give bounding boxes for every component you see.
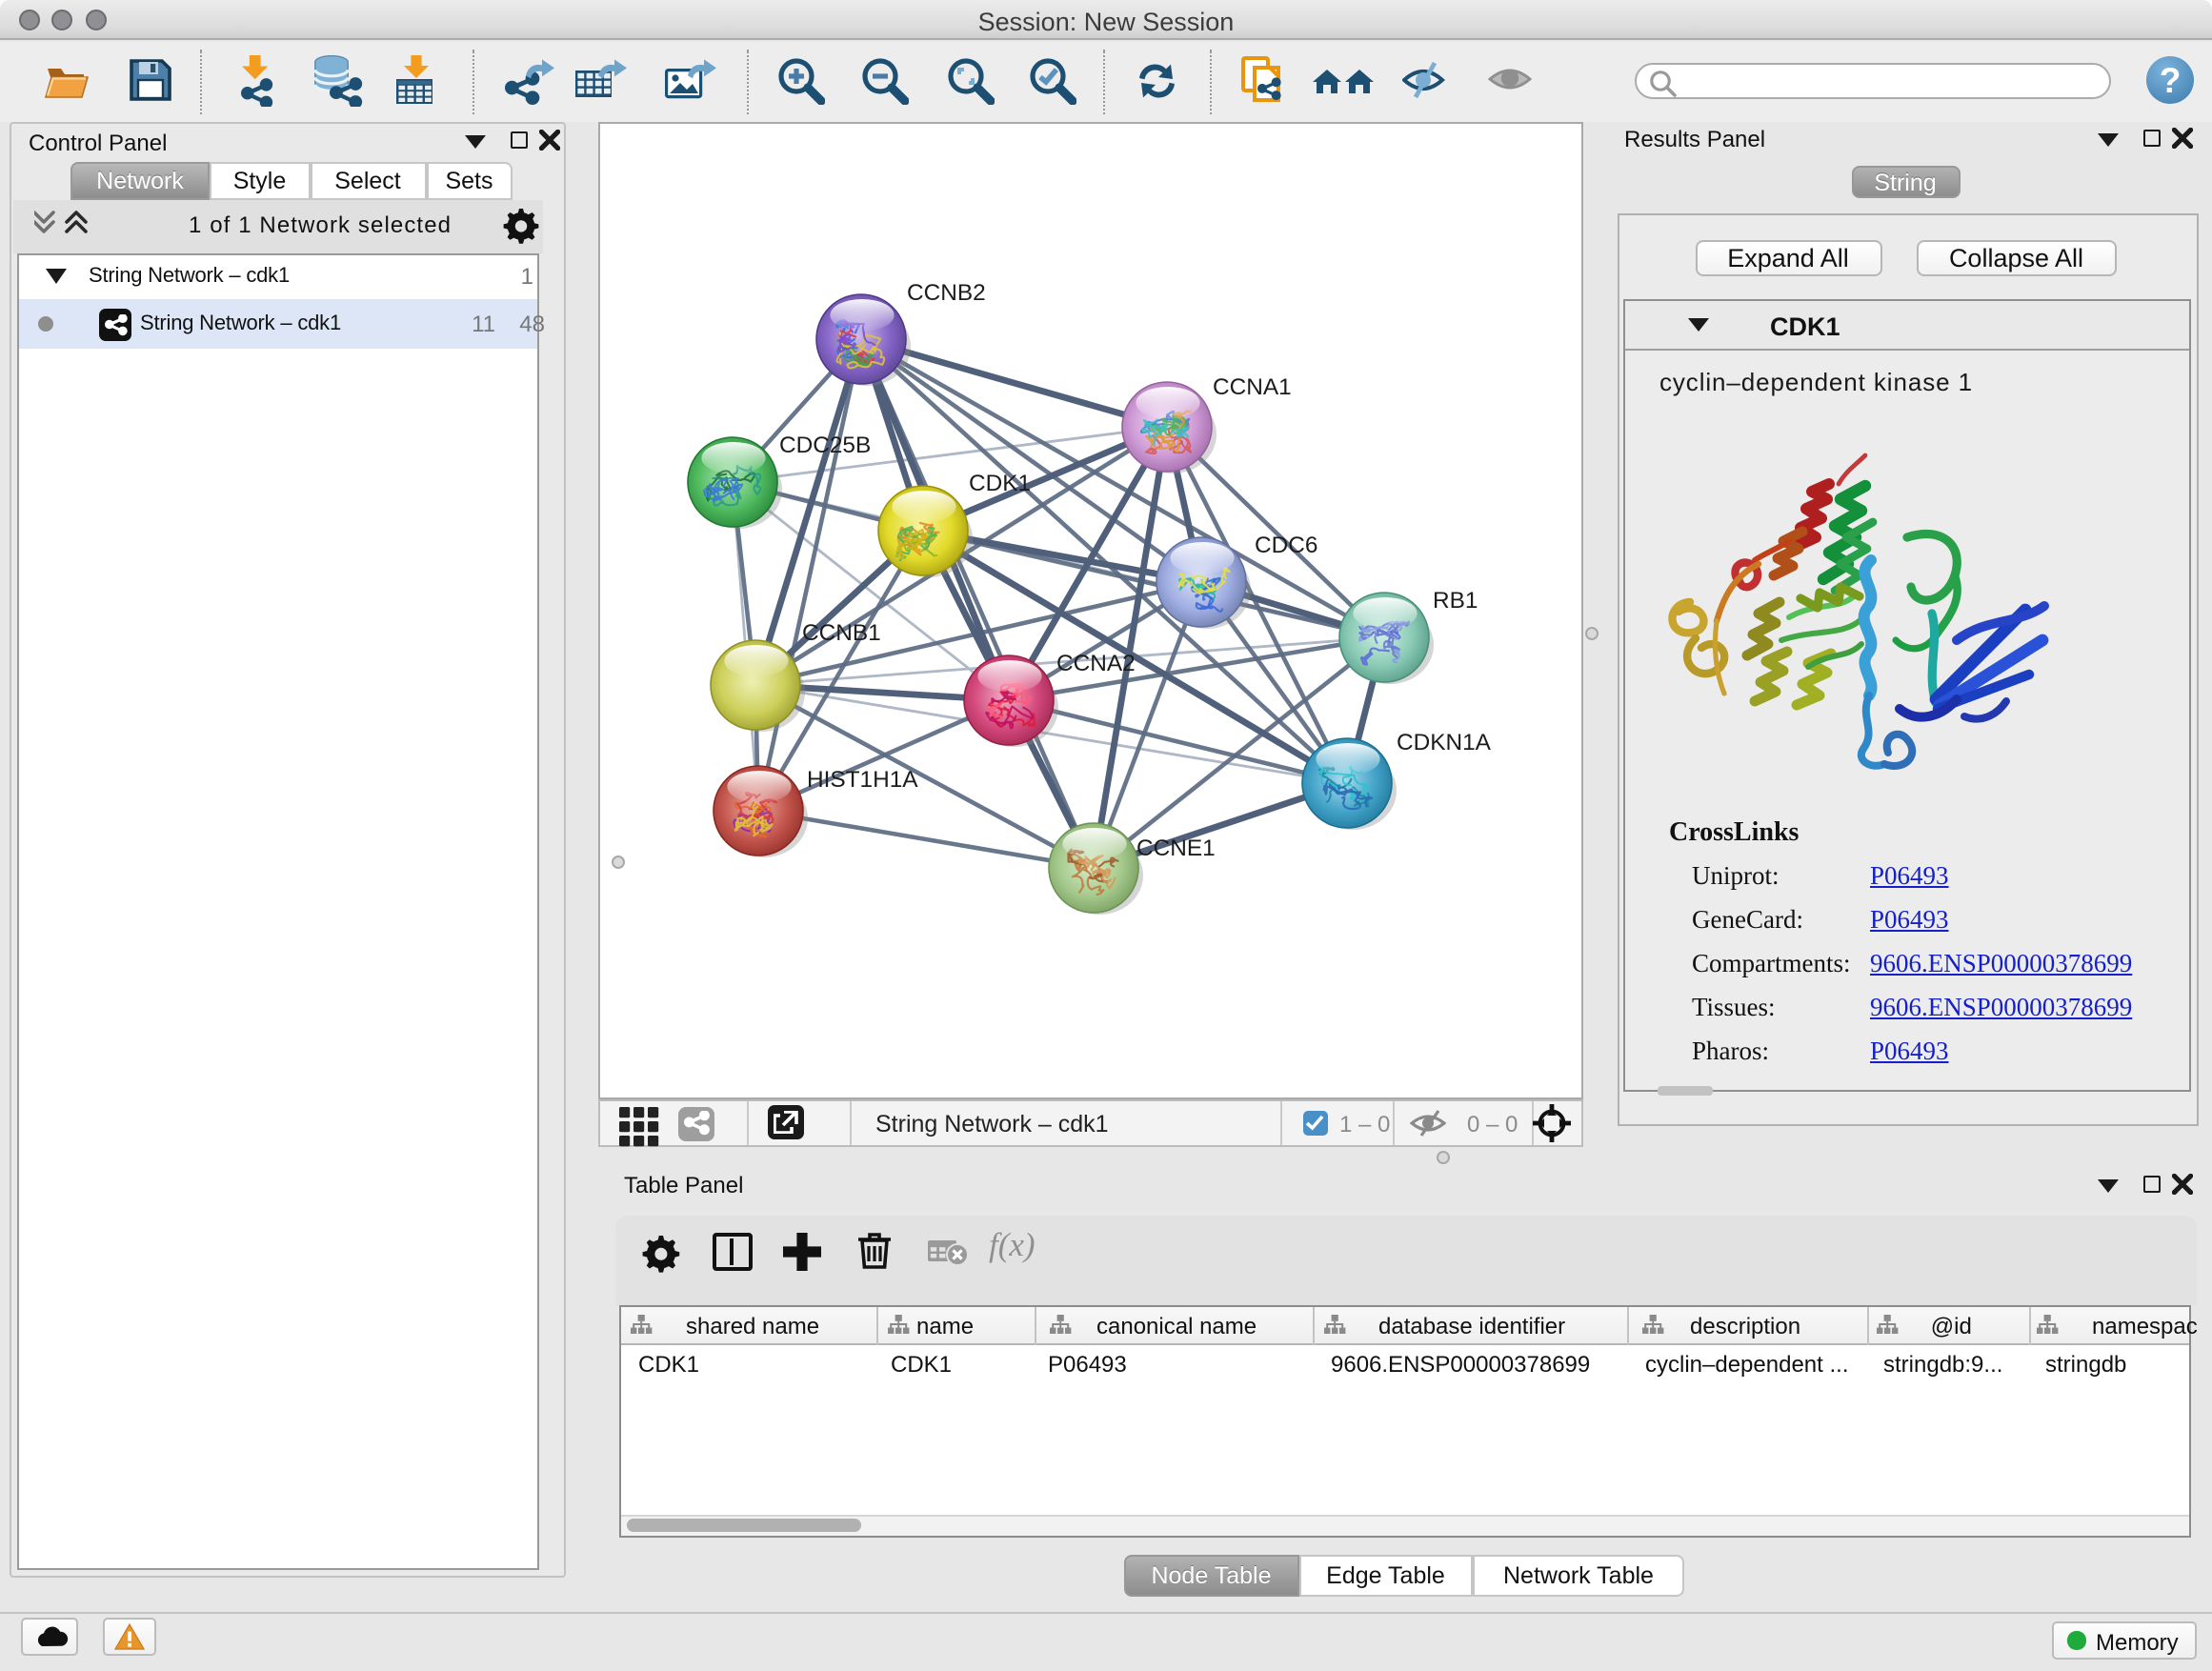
svg-text:CDC6: CDC6 [1255,532,1317,557]
svg-text:CCNA1: CCNA1 [1213,373,1292,399]
svg-text:RB1: RB1 [1433,587,1478,613]
svg-text:CCNE1: CCNE1 [1136,835,1216,860]
svg-text:?: ? [2160,61,2182,100]
svg-text:CDKN1A: CDKN1A [1397,729,1492,755]
svg-text:CCNB1: CCNB1 [802,619,881,645]
svg-text:CCNB2: CCNB2 [907,279,986,305]
svg-text:CCNA2: CCNA2 [1056,650,1136,675]
svg-text:CDK1: CDK1 [969,470,1031,495]
svg-text:HIST1H1A: HIST1H1A [807,766,918,792]
svg-text:CDC25B: CDC25B [779,432,871,457]
